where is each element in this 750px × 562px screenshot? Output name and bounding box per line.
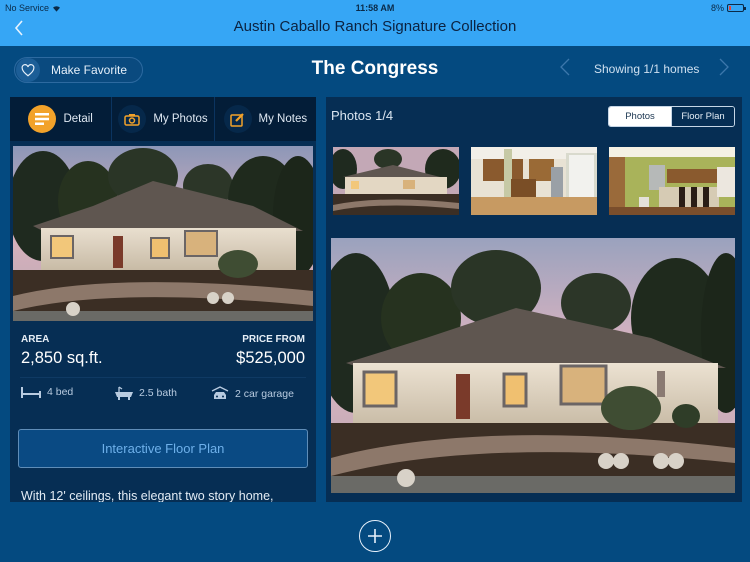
make-favorite-button[interactable]: Make Favorite xyxy=(14,57,143,83)
stats-divider xyxy=(20,377,306,378)
bedrooms-label: 4 bed xyxy=(47,386,74,398)
status-bar: No Service 11:58 AM 8% xyxy=(0,2,750,16)
bed-icon xyxy=(21,386,41,398)
thumbnail-kitchen[interactable] xyxy=(471,147,597,215)
car-garage-icon xyxy=(211,386,229,399)
previous-home-button[interactable] xyxy=(560,58,570,81)
tab-detail[interactable]: Detail xyxy=(10,97,113,141)
showing-count: Showing 1/1 homes xyxy=(594,62,700,76)
amenity-garage: 2 car garage xyxy=(211,386,294,401)
tab-my-photos-label: My Photos xyxy=(153,113,208,125)
view-segmented-control: Photos Floor Plan xyxy=(608,106,735,127)
tab-detail-label: Detail xyxy=(63,113,93,125)
camera-icon xyxy=(118,105,147,133)
tab-my-notes[interactable]: My Notes xyxy=(215,97,316,141)
home-exterior-photo[interactable] xyxy=(13,146,313,321)
list-icon xyxy=(28,105,57,133)
main-photo[interactable] xyxy=(331,238,735,493)
bathtub-icon xyxy=(115,386,133,400)
price-value: $525,000 xyxy=(236,349,305,367)
segment-photos[interactable]: Photos xyxy=(609,107,671,126)
chevron-right-icon xyxy=(719,58,729,76)
amenity-bedrooms: 4 bed xyxy=(21,386,73,398)
amenity-bathrooms: 2.5 bath xyxy=(115,386,177,400)
make-favorite-label: Make Favorite xyxy=(51,63,128,77)
segment-floor-plan[interactable]: Floor Plan xyxy=(671,107,734,126)
nav-title: Austin Caballo Ranch Signature Collectio… xyxy=(233,18,517,35)
navigation-bar: No Service 11:58 AM 8% Austin Caballo Ra… xyxy=(0,0,750,46)
garage-label: 2 car garage xyxy=(235,387,294,400)
detail-tabs: Detail My Photos My Notes xyxy=(10,97,316,141)
pencil-icon xyxy=(223,105,252,133)
area-value: 2,850 sq.ft. xyxy=(21,349,103,367)
tab-my-photos[interactable]: My Photos xyxy=(112,97,215,141)
battery-percent: 8% xyxy=(710,3,724,13)
chevron-left-icon xyxy=(560,58,570,76)
plus-icon xyxy=(368,529,382,543)
clock: 11:58 AM xyxy=(355,3,395,13)
battery-icon xyxy=(727,4,746,12)
bathrooms-label: 2.5 bath xyxy=(139,387,177,399)
photos-count: Photos 1/4 xyxy=(331,108,394,123)
next-home-button[interactable] xyxy=(719,58,729,81)
area-label: AREA xyxy=(21,334,50,345)
heart-icon xyxy=(16,58,40,82)
detail-panel: Detail My Photos My Notes AREA 2,850 sq.… xyxy=(10,97,316,502)
price-label: PRICE FROM xyxy=(242,334,305,345)
interactive-floor-plan-button[interactable]: Interactive Floor Plan xyxy=(18,429,308,468)
home-description: With 12' ceilings, this elegant two stor… xyxy=(21,489,274,502)
photo-gallery-panel: Photos 1/4 Photos Floor Plan xyxy=(326,97,742,502)
thumbnail-exterior[interactable] xyxy=(333,147,459,215)
thumbnail-kitchen-dining[interactable] xyxy=(609,147,735,215)
battery-status: 8% xyxy=(710,3,746,13)
add-button[interactable] xyxy=(359,520,391,552)
tab-my-notes-label: My Notes xyxy=(258,113,308,125)
